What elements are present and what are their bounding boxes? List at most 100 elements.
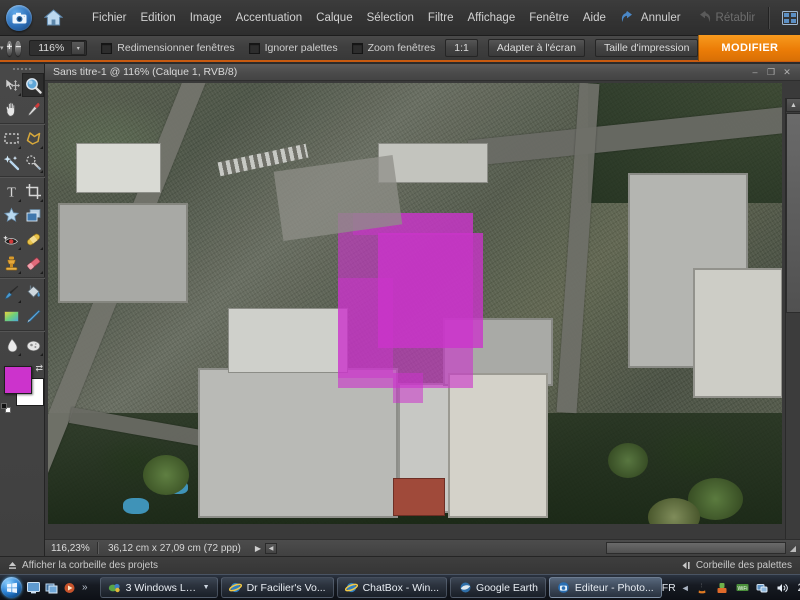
taskbar-button-label: Editeur - Photo... [574, 581, 654, 594]
menu-selection[interactable]: Sélection [360, 8, 421, 28]
wifi-manager-tray-icon[interactable]: WiFi [735, 580, 750, 595]
menubar-right-group: Annuler Rétablir Organiseur [613, 0, 800, 35]
zoom-in-button[interactable]: + [6, 40, 13, 56]
taskbar-button-editeur-photoshop[interactable]: Editeur - Photo... [548, 577, 662, 598]
swap-arrows-icon[interactable]: ⇄ [35, 363, 43, 374]
selection-brush-tool[interactable] [22, 150, 44, 174]
text-t-icon: T [7, 185, 16, 200]
checkbox-box[interactable] [351, 42, 363, 54]
menu-aide[interactable]: Aide [576, 8, 613, 28]
menu-calque[interactable]: Calque [309, 8, 359, 28]
internet-explorer-icon [229, 581, 243, 595]
document-title-bar[interactable]: Sans titre-1 @ 116% (Calque 1, RVB/8) – … [45, 64, 800, 81]
image-canvas[interactable] [48, 83, 782, 524]
foreground-color-swatch[interactable] [4, 366, 32, 394]
building-mid-left [228, 308, 348, 373]
menu-image[interactable]: Image [183, 8, 229, 28]
clone-stamp-icon [5, 256, 17, 270]
scroll-up-button[interactable]: ▲ [786, 98, 800, 112]
menu-fenetre[interactable]: Fenêtre [522, 8, 576, 28]
brush-tool[interactable] [0, 280, 22, 304]
type-tool[interactable]: T [0, 179, 22, 203]
tab-modifier[interactable]: MODIFIER [698, 35, 800, 61]
media-player-icon[interactable] [62, 580, 77, 595]
vertical-scrollbar[interactable]: ▲ ▼ [785, 98, 800, 539]
healing-brush-tool[interactable] [22, 227, 44, 251]
zoom-level-field[interactable]: 116% ▾ [29, 40, 88, 56]
toolbox-grip[interactable] [0, 64, 44, 73]
document-restore-button[interactable]: ❐ [765, 67, 777, 78]
default-colors-icon[interactable] [1, 403, 11, 413]
taskbar-button-chatbox[interactable]: ChatBox - Win... [336, 577, 448, 598]
move-tool[interactable] [0, 73, 22, 97]
checkbox-zoom-fenetres[interactable]: Zoom fenêtres [351, 42, 435, 54]
taskbar-button-windows-live[interactable]: 3 Windows Li... ▼ [99, 577, 218, 598]
magic-wand-tool[interactable] [0, 150, 22, 174]
bandage-icon [26, 233, 40, 245]
document-minimize-button[interactable]: – [749, 67, 761, 78]
show-desktop-icon[interactable] [26, 580, 41, 595]
undo-button[interactable]: Annuler [613, 8, 688, 27]
document-close-button[interactable]: ✕ [781, 67, 793, 78]
menu-fichier[interactable]: Fichier [85, 8, 134, 28]
pencil-tool[interactable] [22, 304, 44, 328]
lasso-tool[interactable] [22, 126, 44, 150]
document-zoom-value[interactable]: 116,23% [45, 543, 97, 554]
start-button[interactable] [1, 576, 22, 600]
chevron-down-icon[interactable]: ▾ [71, 41, 86, 55]
home-button[interactable] [44, 3, 63, 33]
zoom-out-button[interactable]: − [15, 40, 22, 56]
eraser-tool[interactable] [22, 251, 44, 275]
palette-bin-toggle[interactable]: Corbeille des palettes [681, 560, 800, 571]
checkbox-redimensionner-fenetres[interactable]: Redimensionner fenêtres [101, 42, 235, 54]
horizontal-scroll-thumb[interactable] [606, 542, 786, 554]
checkbox-box[interactable] [248, 42, 260, 54]
grid-panels-icon [782, 10, 799, 25]
vertical-scroll-thumb[interactable] [786, 113, 800, 313]
redo-button[interactable]: Rétablir [688, 8, 763, 27]
taskbar-button-dr-facilier[interactable]: Dr Facilier's Vo... [220, 577, 334, 598]
resize-grip-icon[interactable]: ◢ [786, 544, 800, 553]
straighten-tool[interactable] [22, 203, 44, 227]
java-tray-icon[interactable] [695, 580, 710, 595]
flip-3d-icon[interactable] [44, 580, 59, 595]
taskbar-clock[interactable]: 23:30 [795, 582, 800, 594]
checkbox-ignorer-palettes[interactable]: Ignorer palettes [248, 42, 338, 54]
paint-bucket-tool[interactable] [22, 280, 44, 304]
taskbar-button-google-earth[interactable]: Google Earth [450, 577, 546, 598]
svg-text:WiFi: WiFi [737, 586, 747, 592]
crop-icon [25, 183, 41, 199]
zoom-tool[interactable] [22, 73, 44, 97]
language-indicator[interactable]: FR [662, 582, 676, 594]
cookie-cutter-tool[interactable] [0, 203, 22, 227]
menu-accentuation[interactable]: Accentuation [229, 8, 310, 28]
menu-filtre[interactable]: Filtre [421, 8, 461, 28]
actual-pixels-button[interactable]: 1:1 [445, 39, 478, 57]
network-tray-icon[interactable] [755, 580, 770, 595]
red-eye-tool[interactable] [0, 227, 22, 251]
right-arrow-icon[interactable]: ▶ [251, 544, 265, 553]
app-logo-button[interactable] [6, 3, 32, 33]
chevron-down-icon[interactable]: ▼ [203, 584, 210, 591]
chevron-down-icon[interactable]: ▾ [0, 44, 4, 52]
antivirus-tray-icon[interactable] [715, 580, 730, 595]
clone-stamp-tool[interactable] [0, 251, 22, 275]
project-bin-toggle[interactable]: Afficher la corbeille des projets [0, 560, 158, 571]
checkbox-box[interactable] [101, 42, 113, 54]
volume-tray-icon[interactable] [775, 580, 790, 595]
fit-screen-button[interactable]: Adapter à l'écran [487, 39, 585, 57]
eyedropper-tool[interactable] [22, 97, 44, 121]
left-arrow-icon[interactable]: ◀ [265, 542, 278, 554]
print-size-button[interactable]: Taille d'impression [594, 39, 699, 57]
menu-affichage[interactable]: Affichage [460, 8, 522, 28]
menu-edition[interactable]: Edition [134, 8, 183, 28]
hand-tool[interactable] [0, 97, 22, 121]
rectangular-marquee-tool[interactable] [0, 126, 22, 150]
chevron-left-icon[interactable]: ◄ [681, 583, 690, 593]
sponge-tool[interactable] [22, 333, 44, 357]
blur-tool[interactable] [0, 333, 22, 357]
gradient-tool[interactable] [0, 304, 22, 328]
quick-launch-overflow[interactable]: » [80, 582, 90, 593]
organizer-button[interactable]: Organiseur [775, 8, 800, 28]
crop-tool[interactable] [22, 179, 44, 203]
